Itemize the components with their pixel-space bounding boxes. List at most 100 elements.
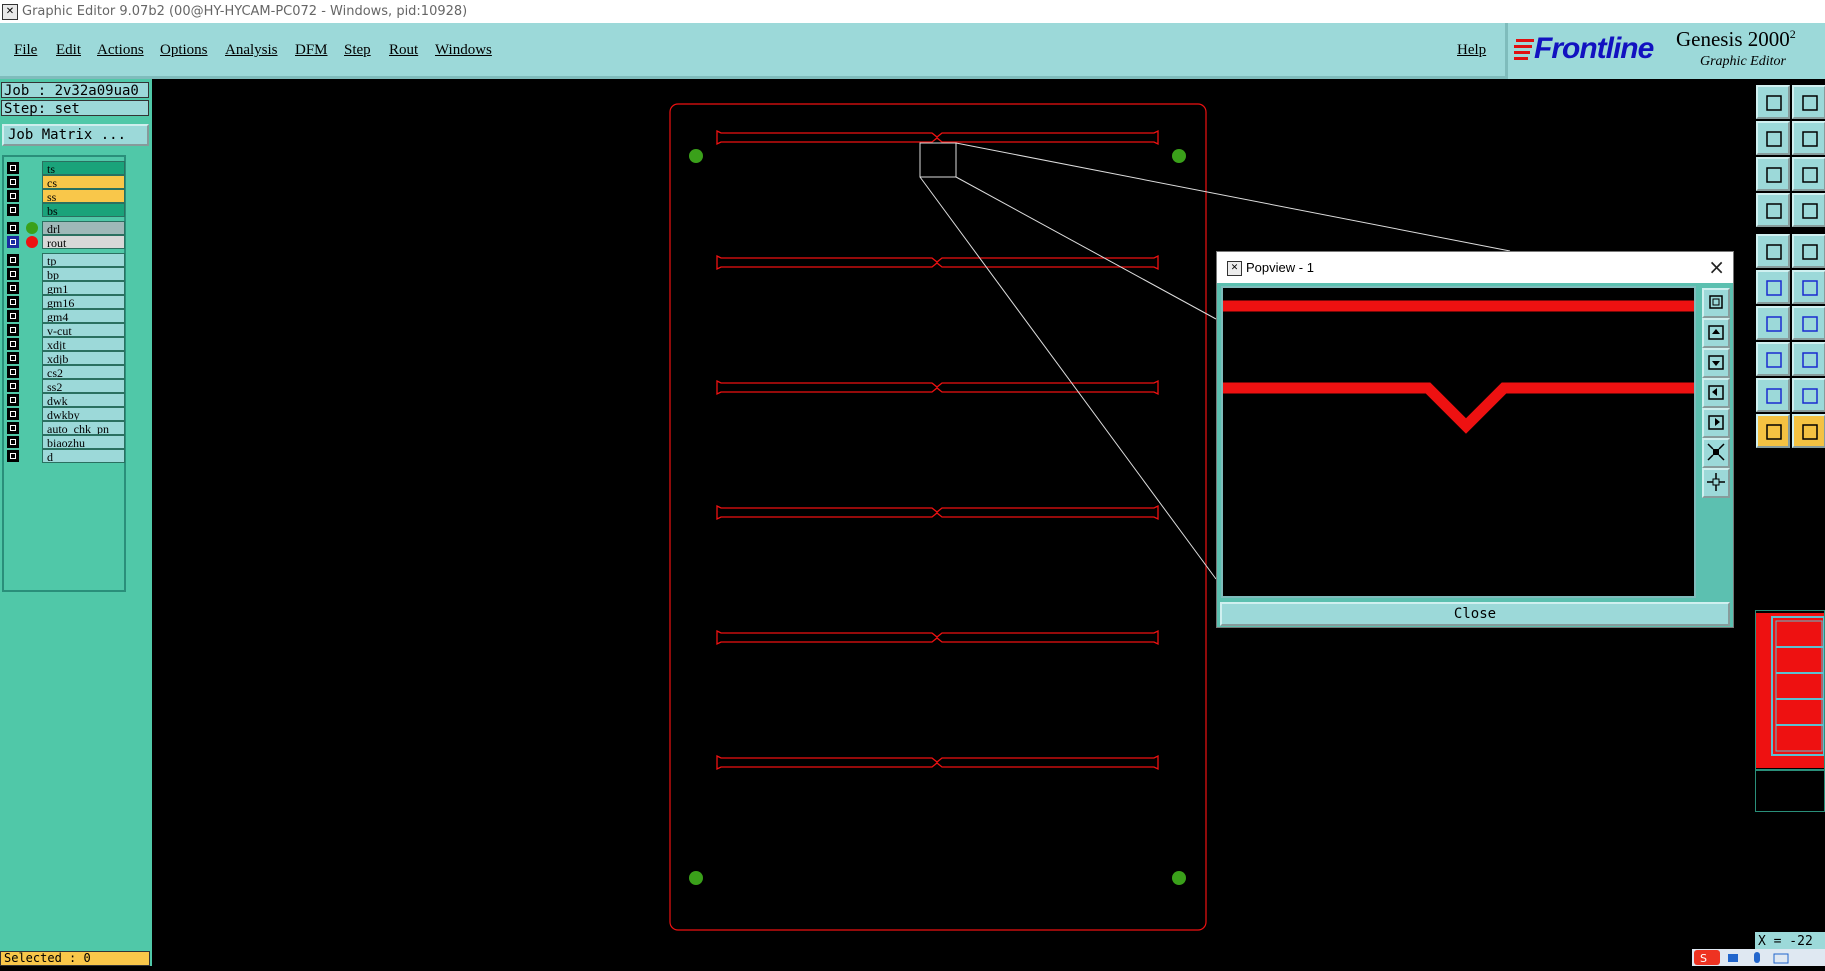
layer-row-cs[interactable]: cs bbox=[6, 175, 125, 189]
menu-windows[interactable]: Windows bbox=[435, 42, 492, 59]
layer-name[interactable]: v-cut bbox=[42, 323, 125, 337]
layer-name[interactable]: drl bbox=[42, 221, 125, 235]
menu-help[interactable]: Help bbox=[1457, 42, 1486, 59]
layer-checkbox[interactable] bbox=[7, 380, 19, 392]
fill-panel-tool-button[interactable] bbox=[1756, 121, 1790, 155]
popview-zoom-in-button[interactable] bbox=[1702, 438, 1730, 468]
layer-row-ss[interactable]: ss bbox=[6, 189, 125, 203]
popview-close-button[interactable]: Close bbox=[1220, 602, 1730, 626]
layer-row-drl[interactable]: drl bbox=[6, 221, 125, 235]
cross-tool-button[interactable] bbox=[1792, 270, 1825, 304]
layer-row-rout[interactable]: rout bbox=[6, 235, 125, 249]
layer-checkbox[interactable] bbox=[7, 436, 19, 448]
layer-name[interactable]: gm16 bbox=[42, 295, 125, 309]
layer-row-biaozhu[interactable]: biaozhu bbox=[6, 435, 125, 449]
layer-checkbox[interactable] bbox=[7, 190, 19, 202]
select-all-tool-button[interactable] bbox=[1756, 85, 1790, 119]
layer-name[interactable]: gm1 bbox=[42, 281, 125, 295]
menu-actions[interactable]: Actions bbox=[97, 42, 144, 59]
triangle-tool-button[interactable] bbox=[1756, 378, 1790, 412]
popview-pan-up-button[interactable] bbox=[1702, 318, 1730, 348]
layer-name[interactable]: bs bbox=[42, 203, 125, 217]
layer-checkbox[interactable] bbox=[7, 352, 19, 364]
layer-checkbox[interactable] bbox=[7, 268, 19, 280]
layer-row-auto-chk-pn[interactable]: auto_chk_pn bbox=[6, 421, 125, 435]
ruler-tool-button[interactable] bbox=[1792, 306, 1825, 340]
pointer-tool-button[interactable] bbox=[1756, 414, 1790, 448]
layer-grid-tool-button[interactable] bbox=[1792, 193, 1825, 227]
layer-row-d[interactable]: d bbox=[6, 449, 125, 463]
zoom-fit-tool-button[interactable] bbox=[1756, 157, 1790, 191]
close-icon[interactable]: × bbox=[1708, 255, 1725, 279]
angle-tool-button[interactable] bbox=[1756, 306, 1790, 340]
layer-checkbox[interactable] bbox=[7, 394, 19, 406]
layer-name[interactable]: ss bbox=[42, 189, 125, 203]
layer-checkbox[interactable] bbox=[7, 236, 19, 248]
layer-name[interactable]: dwk bbox=[42, 393, 125, 407]
connect-tool-button[interactable] bbox=[1756, 342, 1790, 376]
layer-row-ss2[interactable]: ss2 bbox=[6, 379, 125, 393]
layer-checkbox[interactable] bbox=[7, 408, 19, 420]
layer-checkbox[interactable] bbox=[7, 422, 19, 434]
layer-checkbox[interactable] bbox=[7, 254, 19, 266]
layer-name[interactable]: bp bbox=[42, 267, 125, 281]
copy-tool-button[interactable] bbox=[1756, 234, 1790, 268]
layer-checkbox[interactable] bbox=[7, 338, 19, 350]
popview-pan-right-button[interactable] bbox=[1702, 408, 1730, 438]
menu-rout[interactable]: Rout bbox=[389, 42, 418, 59]
layer-name[interactable]: cs bbox=[42, 175, 125, 189]
layer-name[interactable]: auto_chk_pn bbox=[42, 421, 125, 435]
mini-map[interactable] bbox=[1755, 610, 1825, 770]
layer-row-gm1[interactable]: gm1 bbox=[6, 281, 125, 295]
layer-checkbox[interactable] bbox=[7, 450, 19, 462]
menu-analysis[interactable]: Analysis bbox=[225, 42, 278, 59]
layer-checkbox[interactable] bbox=[7, 324, 19, 336]
layer-checkbox[interactable] bbox=[7, 296, 19, 308]
layer-checkbox[interactable] bbox=[7, 176, 19, 188]
layer-name[interactable]: xdjt bbox=[42, 337, 125, 351]
menu-edit[interactable]: Edit bbox=[56, 42, 81, 59]
dim-tool-button[interactable] bbox=[1792, 121, 1825, 155]
popview-title-bar[interactable]: ✕ Popview - 1 × bbox=[1217, 252, 1733, 283]
layer-row-bs[interactable]: bs bbox=[6, 203, 125, 217]
layer-name[interactable]: dwkby bbox=[42, 407, 125, 421]
layer-checkbox[interactable] bbox=[7, 162, 19, 174]
layer-name[interactable]: gm4 bbox=[42, 309, 125, 323]
layer-row-xdjt[interactable]: xdjt bbox=[6, 337, 125, 351]
layer-name[interactable]: ss2 bbox=[42, 379, 125, 393]
layer-row-bp[interactable]: bp bbox=[6, 267, 125, 281]
menu-dfm[interactable]: DFM bbox=[295, 42, 328, 59]
grid-tool-button[interactable] bbox=[1792, 157, 1825, 191]
popview-zoom-fit-button[interactable] bbox=[1702, 288, 1730, 318]
layer-row-dwkby[interactable]: dwkby bbox=[6, 407, 125, 421]
layer-name[interactable]: d bbox=[42, 449, 125, 463]
menu-file[interactable]: File bbox=[14, 42, 37, 59]
snap-tool-button[interactable] bbox=[1792, 85, 1825, 119]
triangle2-tool-button[interactable] bbox=[1792, 378, 1825, 412]
layer-name[interactable]: biaozhu bbox=[42, 435, 125, 449]
layer-row-gm4[interactable]: gm4 bbox=[6, 309, 125, 323]
popview-canvas[interactable] bbox=[1221, 286, 1696, 598]
layer-name[interactable]: tp bbox=[42, 253, 125, 267]
layer-row-gm16[interactable]: gm16 bbox=[6, 295, 125, 309]
line-tool-button[interactable] bbox=[1792, 234, 1825, 268]
layer-row-cs2[interactable]: cs2 bbox=[6, 365, 125, 379]
layer-row-dwk[interactable]: dwk bbox=[6, 393, 125, 407]
layer-row-v-cut[interactable]: v-cut bbox=[6, 323, 125, 337]
node-tool-button[interactable] bbox=[1756, 270, 1790, 304]
layer-name[interactable]: xdjb bbox=[42, 351, 125, 365]
popview-zoom-out-button[interactable] bbox=[1702, 468, 1730, 498]
layer-row-xdjb[interactable]: xdjb bbox=[6, 351, 125, 365]
layer-checkbox[interactable] bbox=[7, 204, 19, 216]
menu-options[interactable]: Options bbox=[160, 42, 208, 59]
layer-checkbox[interactable] bbox=[7, 222, 19, 234]
popview-pan-down-button[interactable] bbox=[1702, 348, 1730, 378]
measure-tool-button[interactable] bbox=[1756, 193, 1790, 227]
layer-row-ts[interactable]: ts bbox=[6, 161, 125, 175]
layer-checkbox[interactable] bbox=[7, 366, 19, 378]
drag-tool-button[interactable] bbox=[1792, 342, 1825, 376]
layer-row-tp[interactable]: tp bbox=[6, 253, 125, 267]
layer-checkbox[interactable] bbox=[7, 282, 19, 294]
layer-name[interactable]: ts bbox=[42, 161, 125, 175]
popview-pan-left-button[interactable] bbox=[1702, 378, 1730, 408]
